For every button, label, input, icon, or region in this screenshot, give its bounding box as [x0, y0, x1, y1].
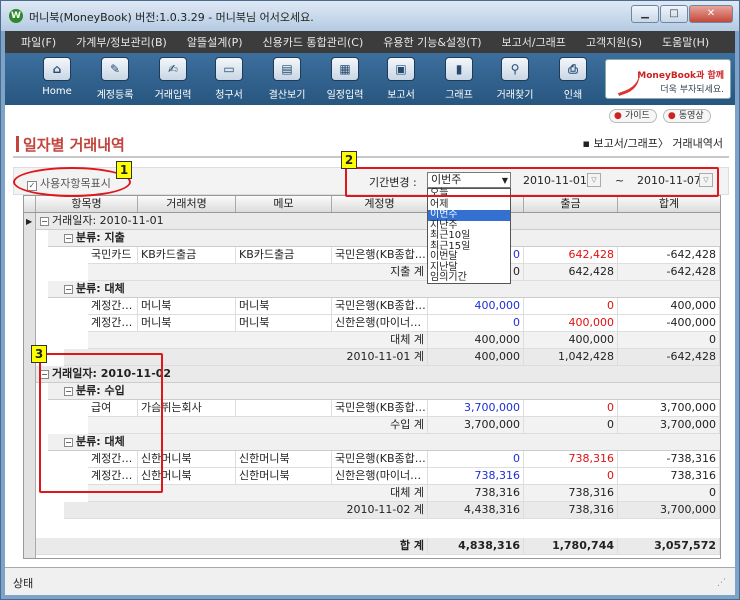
period-option-selected[interactable]: 이번주: [428, 210, 510, 221]
period-dropdown-list: 오늘 어제 이번주 지난주 최근10일 최근15일 이번달 지난달 임의기간: [427, 188, 511, 284]
col-item[interactable]: 항목명: [36, 196, 138, 212]
video-icon: ●: [667, 111, 679, 121]
maximize-button[interactable]: □: [660, 5, 688, 23]
report-icon: ▣: [387, 57, 415, 81]
settlement-icon: ▤: [273, 57, 301, 81]
period-option[interactable]: 임의기간: [428, 273, 510, 284]
grid-header: 항목명 거래처명 메모 계정명 입금 출금 합계: [24, 196, 720, 213]
menu-tools[interactable]: 유용한 기능&설정(T): [373, 34, 491, 50]
collapse-icon[interactable]: −: [64, 234, 73, 243]
menu-reports[interactable]: 보고서/그래프: [492, 34, 576, 50]
status-text: 상태: [13, 577, 34, 590]
close-button[interactable]: ✕: [689, 5, 733, 23]
card-bill-button[interactable]: ▭ 청구서: [203, 57, 255, 103]
menu-plan[interactable]: 알뜰설계(P): [177, 34, 253, 50]
annotation-badge-3: 3: [31, 345, 47, 363]
settlement-button[interactable]: ▤ 결산보기: [261, 57, 313, 103]
divider: [13, 156, 729, 158]
report-button[interactable]: ▣ 보고서: [375, 57, 427, 103]
home-button[interactable]: ⌂ Home: [31, 57, 83, 103]
menu-credit-card[interactable]: 신용카드 통합관리(C): [253, 34, 374, 50]
window-title: 머니북(MoneyBook) 버전:1.0.3.29 - 머니북님 어서오세요.: [29, 11, 314, 24]
page-title: 일자별 거래내역: [16, 136, 125, 154]
row-selector-header: [24, 196, 36, 212]
print-button[interactable]: ⎙ 인쇄: [547, 57, 599, 103]
graph-icon: ▮: [445, 57, 473, 81]
minimize-button[interactable]: ▁: [631, 5, 659, 23]
group-category-transfer[interactable]: − 분류: 대체: [48, 281, 720, 298]
video-button[interactable]: ● 동영상: [662, 109, 711, 123]
col-client[interactable]: 거래처명: [138, 196, 236, 212]
calendar-icon: ▦: [331, 57, 359, 81]
collapse-icon[interactable]: −: [40, 217, 49, 226]
col-total[interactable]: 합계: [618, 196, 720, 212]
highlight-oval-1: [13, 167, 131, 197]
app-window: W 머니북(MoneyBook) 버전:1.0.3.29 - 머니북님 어서오세…: [0, 0, 740, 600]
group-day-2010-11-01[interactable]: − 거래일자: 2010-11-01: [36, 213, 720, 230]
col-withdrawal[interactable]: 출금: [524, 196, 618, 212]
highlight-box-2: [345, 167, 719, 197]
transaction-search-button[interactable]: ⚲ 거래찾기: [489, 57, 541, 103]
current-row-arrow-icon: ▶: [26, 217, 33, 226]
annotation-badge-2: 2: [341, 151, 357, 169]
highlight-box-3: [39, 353, 163, 493]
menu-support[interactable]: 고객지원(S): [576, 34, 652, 50]
card-bill-icon: ▭: [215, 57, 243, 81]
col-account[interactable]: 계정명: [332, 196, 428, 212]
title-bar[interactable]: W 머니북(MoneyBook) 버전:1.0.3.29 - 머니북님 어서오세…: [1, 1, 739, 31]
account-register-icon: ✎: [101, 57, 129, 81]
guide-icon: ●: [614, 111, 625, 121]
annotation-badge-1: 1: [116, 161, 132, 179]
moneybook-banner[interactable]: MoneyBook과 함께 더욱 부자되세요.: [605, 59, 731, 99]
transaction-input-button[interactable]: ✍ 거래입력: [147, 57, 199, 103]
period-option[interactable]: 이번달: [428, 252, 510, 263]
col-memo[interactable]: 메모: [236, 196, 332, 212]
menu-help[interactable]: 도움말(H): [652, 34, 719, 50]
schedule-input-button[interactable]: ▦ 일정입력: [319, 57, 371, 103]
print-icon: ⎙: [559, 57, 587, 81]
row-selector-column[interactable]: [24, 213, 36, 558]
home-icon: ⌂: [43, 57, 71, 81]
search-icon: ⚲: [501, 57, 529, 81]
breadcrumb: ▪ 보고서/그래프〉 거래내역서: [582, 137, 723, 150]
guide-button[interactable]: ● 가이드: [609, 109, 657, 123]
menu-bar: 파일(F) 가계부/정보관리(B) 알뜰설계(P) 신용카드 통합관리(C) 유…: [5, 31, 735, 53]
menu-ledger[interactable]: 가계부/정보관리(B): [66, 34, 177, 50]
group-category-expense[interactable]: − 분류: 지출: [48, 230, 720, 247]
status-bar: 상태 ⋰: [5, 567, 735, 595]
menu-file[interactable]: 파일(F): [11, 34, 66, 50]
account-register-button[interactable]: ✎ 계정등록: [89, 57, 141, 103]
period-option[interactable]: 최근10일: [428, 231, 510, 242]
transaction-input-icon: ✍: [159, 57, 187, 81]
graph-button[interactable]: ▮ 그래프: [433, 57, 485, 103]
collapse-icon[interactable]: −: [64, 285, 73, 294]
resize-grip-icon[interactable]: ⋰: [717, 578, 726, 588]
app-logo-icon: W: [9, 9, 23, 23]
